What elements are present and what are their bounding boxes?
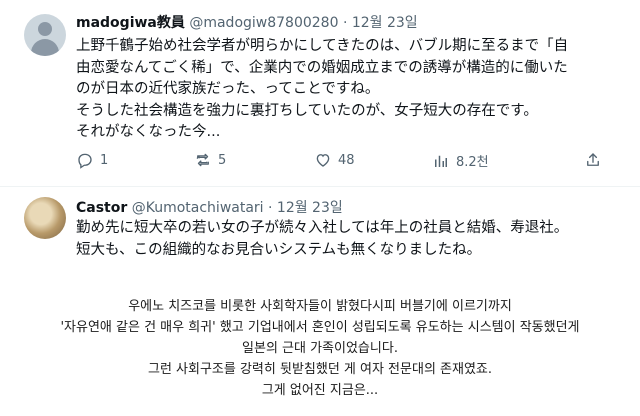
tweet-text-line: 勤め先に短大卒の若い女の子が続々入社しては年上の社員と結婚、寿退社。 [76,220,569,236]
retweet-icon [196,153,209,167]
avatar[interactable] [24,197,66,239]
reply-button[interactable]: 1 [76,151,108,169]
tweet-1[interactable]: madogiwa教員 @madogiw87800280 · 12월 23일 上野… [0,0,640,186]
translation-line: '자유연애 같은 건 매우 희귀' 했고 기업내에서 혼인이 성립되도록 유도하… [60,320,580,335]
retweet-button[interactable]: 5 [194,151,226,169]
tweet-text: 勤め先に短大卒の若い女の子が続々入社しては年上の社員と結婚、寿退社。 短大も、こ… [76,218,568,261]
like-icon [316,154,330,167]
tweet-text-line: 短大も、この組織的なお見合いシステムも無くなりましたね。 [76,241,482,258]
tweet-header: Castor @Kumotachiwatari · 12월 23일 [76,197,343,217]
like-count: 48 [338,152,355,168]
retweet-count: 5 [218,152,227,168]
views-count: 8.2천 [456,155,489,170]
tweet-text-line: 由恋愛なんてごく稀」で、企業内での婚姻成立までの誘導が構造的に働いた [76,59,568,76]
tweet-2[interactable]: Castor @Kumotachiwatari · 12월 23일 勤め先に短大… [0,187,640,277]
handle-and-date[interactable]: @madogiw87800280 · 12월 23일 [189,15,417,31]
tweet-header: madogiwa教員 @madogiw87800280 · 12월 23일 [76,12,418,32]
display-name[interactable]: Castor [76,200,127,216]
views-button[interactable]: 8.2천 [432,151,489,170]
tweet-text-line: そうした社会構造を強力に裏打ちしていたのが、女子短大の存在です。 [76,102,538,119]
translation-line: 우에노 치즈코를 비롯한 사회학자들이 밝혔다시피 버블기에 이르기까지 [128,299,512,314]
translation-line: 그게 없어진 지금은... [261,383,379,398]
views-icon [435,155,447,167]
handle-and-date[interactable]: @Kumotachiwatari · 12월 23일 [132,200,343,216]
tweet-text-line: のが日本の近代家族だった、ってことですね。 [76,81,380,97]
translation-line: 일본의 근대 가족이었습니다. [242,341,398,356]
share-button[interactable] [584,151,602,169]
like-button[interactable]: 48 [314,151,355,169]
reply-count: 1 [100,152,109,168]
share-icon [587,153,599,166]
display-name[interactable]: madogiwa教員 [76,15,185,31]
reply-icon [78,153,92,169]
tweet-text-line: 上野千鶴子始め社会学者が明らかにしてきたのは、バブル期に至るまで「自 [76,38,569,54]
avatar[interactable] [24,14,66,56]
action-bar: 1 5 48 8.2천 [76,151,616,173]
tweet-text: 上野千鶴子始め社会学者が明らかにしてきたのは、バブル期に至るまで「自 由恋愛なん… [76,36,568,144]
translation-caption: 우에노 치즈코를 비롯한 사회학자들이 밝혔다시피 버블기에 이르기까지 '자유… [0,296,640,401]
translation-line: 그런 사회구조를 강력히 뒷받침했던 게 여자 전문대의 존재였죠. [147,362,493,377]
tweet-text-line: それがなくなった今... [76,124,221,140]
